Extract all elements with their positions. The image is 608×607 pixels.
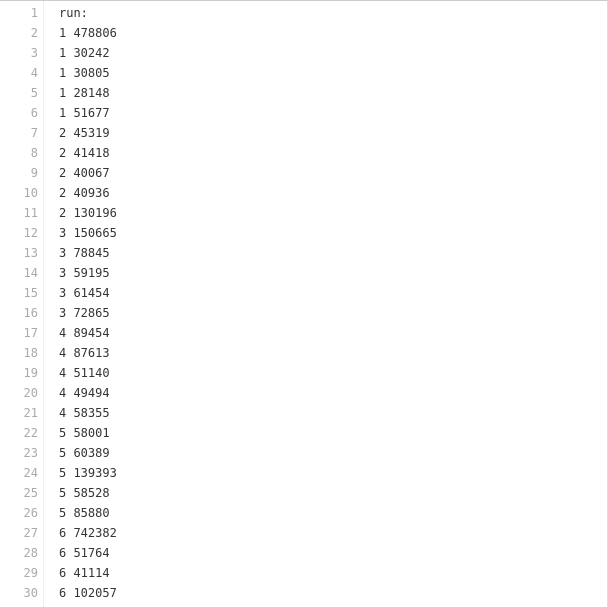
line-number: 19 xyxy=(23,366,38,380)
code-line[interactable]: 61 51677 xyxy=(0,103,607,123)
line-number: 17 xyxy=(23,326,38,340)
line-text[interactable]: 3 72865 xyxy=(38,303,110,323)
code-line[interactable]: 16 3 72865 xyxy=(0,303,607,323)
line-number: 27 xyxy=(23,526,38,540)
line-text[interactable]: 5 60389 xyxy=(38,443,110,463)
code-editor[interactable]: 1 run: 2 1 478806 3 1 30242 4 1 30805 5 1 28148 6 1… xyxy=(0,0,608,607)
code-line[interactable]: 10 2 40936 xyxy=(0,183,607,203)
line-number: 18 xyxy=(23,346,38,360)
line-number: 14 xyxy=(23,266,38,280)
code-line[interactable]: 11 2 130196 xyxy=(0,203,607,223)
line-number: 12 xyxy=(23,226,38,240)
code-line[interactable]: 41 30805 xyxy=(0,63,607,83)
line-text[interactable]: 1 28148 xyxy=(38,83,110,103)
line-text[interactable]: 6 51764 xyxy=(38,543,110,563)
line-number: 4 xyxy=(30,66,38,80)
code-line[interactable]: 26 5 85880 xyxy=(0,503,607,523)
line-text[interactable]: 1 30242 xyxy=(38,43,110,63)
code-line[interactable]: 51 28148 xyxy=(0,83,607,103)
line-number: 10 xyxy=(23,186,38,200)
line-number: 30 xyxy=(23,586,38,600)
line-number: 29 xyxy=(23,566,38,580)
code-line[interactable]: 82 41418 xyxy=(0,143,607,163)
code-line[interactable]: 15 3 61454 xyxy=(0,283,607,303)
line-number: 6 xyxy=(30,106,38,120)
line-number: 26 xyxy=(23,506,38,520)
line-text[interactable]: 1 51677 xyxy=(38,103,110,123)
line-number: 22 xyxy=(23,426,38,440)
code-line[interactable]: 21 4 58355 xyxy=(0,403,607,423)
line-text[interactable]: 6 41114 xyxy=(38,563,110,583)
line-text[interactable]: 3 150665 xyxy=(38,223,117,243)
code-line[interactable]: 1 run: xyxy=(0,3,607,23)
line-text[interactable]: 4 58355 xyxy=(38,403,110,423)
line-text[interactable]: 5 58528 xyxy=(38,483,110,503)
code-line[interactable]: 14 3 59195 xyxy=(0,263,607,283)
line-text[interactable]: 2 45319 xyxy=(38,123,110,143)
line-number: 23 xyxy=(23,446,38,460)
line-number: 15 xyxy=(23,286,38,300)
line-text[interactable]: 5 58001 xyxy=(38,423,110,443)
line-text[interactable]: 4 89454 xyxy=(38,323,110,343)
line-text[interactable]: 4 87613 xyxy=(38,343,110,363)
code-line[interactable]: 31 30242 xyxy=(0,43,607,63)
line-number: 8 xyxy=(30,146,38,160)
line-text[interactable]: 1 478806 xyxy=(38,23,117,43)
line-number: 24 xyxy=(23,466,38,480)
code-line[interactable]: 12 3 150665 xyxy=(0,223,607,243)
line-number: 11 xyxy=(23,206,38,220)
line-number: 3 xyxy=(30,46,38,60)
code-line[interactable]: 72 45319 xyxy=(0,123,607,143)
line-text[interactable]: 2 130196 xyxy=(38,203,117,223)
code-line[interactable]: 25 5 58528 xyxy=(0,483,607,503)
line-number: 1 xyxy=(30,6,38,20)
code-line[interactable]: 27 6 742382 xyxy=(0,523,607,543)
line-text[interactable]: 6 742382 xyxy=(38,523,117,543)
line-text[interactable]: 2 41418 xyxy=(38,143,110,163)
line-number: 28 xyxy=(23,546,38,560)
line-text[interactable]: 2 40936 xyxy=(38,183,110,203)
code-line[interactable]: 21 478806 xyxy=(0,23,607,43)
code-line[interactable]: 92 40067 xyxy=(0,163,607,183)
code-line[interactable]: 23 5 60389 xyxy=(0,443,607,463)
line-text[interactable]: 5 139393 xyxy=(38,463,117,483)
line-number: 16 xyxy=(23,306,38,320)
code-line[interactable]: 18 4 87613 xyxy=(0,343,607,363)
line-text[interactable]: 6 102057 xyxy=(38,583,117,603)
line-number: 5 xyxy=(30,86,38,100)
code-line[interactable]: 30 6 102057 xyxy=(0,583,607,603)
line-text[interactable]: 3 61454 xyxy=(38,283,110,303)
line-text[interactable]: run: xyxy=(38,3,88,23)
code-line[interactable]: 28 6 51764 xyxy=(0,543,607,563)
line-text[interactable]: 4 51140 xyxy=(38,363,110,383)
line-number: 2 xyxy=(30,26,38,40)
code-line[interactable]: 20 4 49494 xyxy=(0,383,607,403)
line-text[interactable]: 5 85880 xyxy=(38,503,110,523)
editor-lines: 1 run: 2 1 478806 3 1 30242 4 1 30805 5 1 28148 6 1… xyxy=(0,3,607,603)
line-number: 25 xyxy=(23,486,38,500)
line-number: 13 xyxy=(23,246,38,260)
line-text[interactable]: 2 40067 xyxy=(38,163,110,183)
line-text[interactable]: 3 78845 xyxy=(38,243,110,263)
code-line[interactable]: 29 6 41114 xyxy=(0,563,607,583)
line-text[interactable]: 3 59195 xyxy=(38,263,110,283)
code-line[interactable]: 17 4 89454 xyxy=(0,323,607,343)
line-text[interactable]: 4 49494 xyxy=(38,383,110,403)
code-line[interactable]: 19 4 51140 xyxy=(0,363,607,383)
line-number: 21 xyxy=(23,406,38,420)
line-number: 7 xyxy=(30,126,38,140)
code-line[interactable]: 24 5 139393 xyxy=(0,463,607,483)
line-number: 20 xyxy=(23,386,38,400)
code-line[interactable]: 13 3 78845 xyxy=(0,243,607,263)
line-number: 9 xyxy=(30,166,38,180)
code-line[interactable]: 22 5 58001 xyxy=(0,423,607,443)
line-text[interactable]: 1 30805 xyxy=(38,63,110,83)
